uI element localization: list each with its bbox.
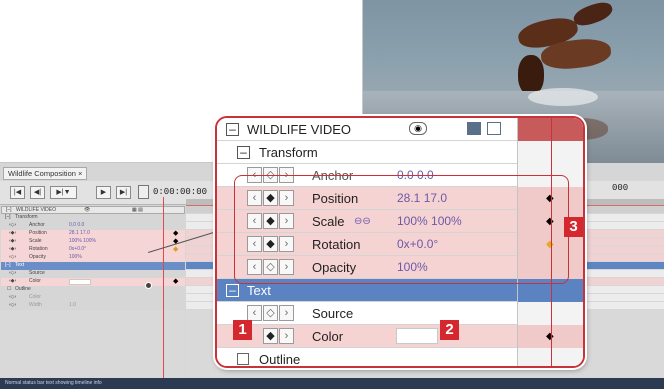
keyframe-icon[interactable]: ◆ [173,246,178,253]
row-expander[interactable]: [–] [5,262,11,270]
keyframe-icon[interactable]: ◆ [173,278,178,285]
eye-icon[interactable]: ◉ [409,122,427,135]
color-swatch[interactable] [396,328,438,344]
row-label: Color [312,329,344,344]
small-row-text[interactable]: [–] Text [1,262,185,270]
row-value[interactable]: 1.0 [69,302,76,310]
small-row-transform[interactable]: [–] Transform [1,214,185,222]
outline-checkbox[interactable] [237,353,249,365]
source-row[interactable]: ‹ ◇ › Source [217,302,583,325]
keyframe-toggle[interactable]: ◇ [263,305,278,321]
water-spray [528,88,598,106]
composition-tab[interactable]: Wildlife Composition × [3,167,88,180]
status-bar: Normal status bar text showing timeline … [0,378,664,389]
layer-header-row[interactable]: [–] WILDLIFE VIDEO 👁 ▦ ▤ [1,206,185,214]
small-row-opacity[interactable]: ‹◇› Opacity 100% [1,254,185,262]
keyframe-toggle[interactable]: ◆ [263,328,278,344]
row-label: Transform [15,214,38,220]
keyframe-nav[interactable]: ‹◇› [9,270,16,278]
row-label: Source [312,306,354,321]
track[interactable] [517,118,583,141]
highlight-box [234,175,569,284]
layer-settings-icon[interactable] [467,122,481,135]
small-row-color[interactable]: ‹◆› Color [1,278,185,286]
row-label: Source [29,270,45,276]
row-value[interactable]: 0.0 0.0 [69,222,84,230]
keyframe-nav[interactable]: ‹◆› [9,278,16,286]
keyframe-nav[interactable]: ‹◆› [9,238,16,246]
timecode-display: 0:00:00:00 [153,187,208,197]
playhead[interactable] [163,197,164,378]
row-label: Position [29,230,47,236]
row-label: Text [15,262,25,268]
timecode-right-label: 000 [612,183,629,193]
previous-frame-button[interactable]: ◀| [30,186,45,199]
track[interactable] [517,302,583,325]
row-label: Outline [259,352,301,367]
row-label: Text [247,283,271,298]
track[interactable] [517,348,583,366]
collapse-icon[interactable]: – [226,284,239,297]
row-label: Width [29,302,42,308]
row-label: Outline [15,286,31,292]
outline-row[interactable]: Outline [217,348,583,367]
keyframe-icon[interactable]: ◆ [173,230,178,237]
play-button[interactable]: ▶|▼ [50,186,77,199]
track[interactable] [517,141,583,164]
row-label: Anchor [29,222,45,228]
collapse-icon[interactable]: – [237,146,250,159]
marker-icon[interactable] [138,185,149,199]
keyframe-nav[interactable]: ‹◇› [9,302,16,310]
next-keyframe-button[interactable]: › [279,305,294,321]
row-label: Color [29,278,41,284]
badge-3: 3 [564,217,583,237]
keyframe-nav[interactable]: ‹◆› [9,230,16,238]
keyframe-nav[interactable]: ‹◇› [9,222,16,230]
keyframe-nav[interactable]: ‹ ◇ › [247,305,295,321]
badge-1: 1 [233,320,252,340]
layer-name: WILDLIFE VIDEO [247,122,352,137]
layer-empty-area [0,310,185,378]
transform-row[interactable]: – Transform [217,141,583,164]
row-label: Scale [29,238,42,244]
keyframe-nav[interactable]: ‹◆› [9,246,16,254]
small-row-source[interactable]: ‹◇› Source [1,270,185,278]
keyframe-nav[interactable]: ‹ ◆ › [247,328,295,344]
next-keyframe-button[interactable]: › [279,328,294,344]
keyframe-nav[interactable]: ‹◇› [9,294,16,302]
small-row-outline-width[interactable]: ‹◇› Width 1.0 [1,302,185,310]
row-label: Rotation [29,246,48,252]
row-value[interactable]: 100% [69,254,82,262]
color-swatch[interactable] [69,279,91,285]
color-row[interactable]: ‹ ◆ › Color ◆ [217,325,583,348]
small-row-scale[interactable]: ‹◆› Scale 100% 100% [1,238,185,246]
go-to-end-button[interactable]: ▶| [116,186,131,199]
row-value[interactable]: 0x+0.0° [69,246,86,254]
small-row-outline[interactable]: ☐ Outline [1,286,185,294]
row-expander[interactable]: [–] [5,214,11,222]
keyframe-nav[interactable]: ‹◇› [9,254,16,262]
lock-icon[interactable] [487,122,501,135]
collapse-icon[interactable]: – [226,123,239,136]
row-label: Opacity [29,254,46,260]
keyframe-icon[interactable]: ◆ [546,332,554,342]
small-row-anchor[interactable]: ‹◇› Anchor 0.0 0.0 [1,222,185,230]
badge-2: 2 [440,320,459,340]
row-label: Transform [259,145,318,160]
layer-header-row[interactable]: – WILDLIFE VIDEO ◉ [217,118,583,141]
row-value[interactable]: 100% 100% [69,238,96,246]
row-label: Color [29,294,41,300]
callout-dot [145,282,152,289]
checkbox[interactable]: ☐ [7,286,11,294]
go-to-start-button[interactable]: |◀ [10,186,25,199]
previous-keyframe-button[interactable]: ‹ [247,305,262,321]
small-row-outline-color[interactable]: ‹◇› Color [1,294,185,302]
row-value[interactable]: 28.1 17.0 [69,230,90,238]
small-row-position[interactable]: ‹◆› Position 28.1 17.0 [1,230,185,238]
horse-shape [571,0,615,30]
next-frame-button[interactable]: ▶ [96,186,111,199]
